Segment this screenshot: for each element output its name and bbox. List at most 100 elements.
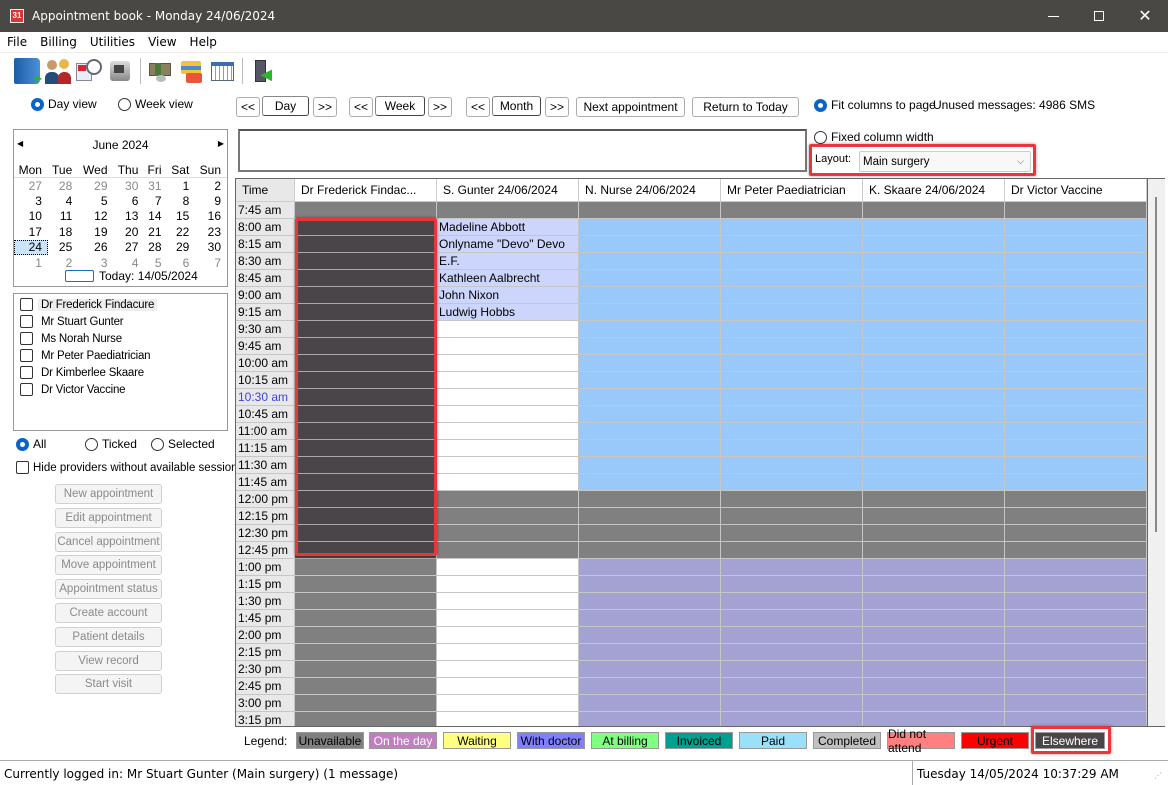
appointment-slot[interactable] <box>1005 202 1147 219</box>
appointment-slot[interactable] <box>863 457 1005 474</box>
appointment-cell[interactable]: John Nixon <box>437 287 579 304</box>
appointment-slot[interactable] <box>721 474 863 491</box>
exit-door-icon[interactable]: ◀ <box>249 58 275 84</box>
appointment-slot[interactable] <box>437 389 579 406</box>
appointment-slot[interactable] <box>579 559 721 576</box>
checkbox-icon[interactable] <box>20 315 33 328</box>
cancel-appointment-button[interactable]: Cancel appointment <box>55 531 162 552</box>
calendar-next-icon[interactable]: ▶ <box>218 139 224 148</box>
appointment-slot[interactable] <box>863 678 1005 695</box>
week-button[interactable]: Week <box>375 96 425 116</box>
appointment-slot[interactable] <box>721 372 863 389</box>
appointment-slot[interactable] <box>721 202 863 219</box>
appointment-slot[interactable] <box>863 287 1005 304</box>
calendar-day[interactable]: 4 <box>48 193 78 209</box>
appointment-slot[interactable] <box>863 372 1005 389</box>
appointment-slot[interactable] <box>579 372 721 389</box>
appointment-clock-icon[interactable] <box>76 58 102 84</box>
provider-column-header[interactable]: K. Skaare 24/06/2024 <box>863 179 1005 201</box>
appointment-slot[interactable] <box>437 202 579 219</box>
appointment-slot[interactable] <box>437 474 579 491</box>
appointment-slot[interactable] <box>437 644 579 661</box>
appointment-slot[interactable] <box>863 423 1005 440</box>
calendar-day[interactable]: 30 <box>114 178 145 194</box>
appointment-slot[interactable] <box>579 576 721 593</box>
provider-item[interactable]: Mr Peter Paediatrician <box>14 347 227 364</box>
calendar-day[interactable]: 7 <box>144 193 167 209</box>
appointment-slot[interactable] <box>579 219 721 236</box>
appointment-slot[interactable] <box>1005 542 1147 559</box>
calendar-day[interactable]: 28 <box>48 178 78 194</box>
appointment-slot[interactable] <box>1005 321 1147 338</box>
provider-item[interactable]: Ms Norah Nurse <box>14 330 227 347</box>
menu-billing[interactable]: Billing <box>33 35 83 49</box>
appointment-slot[interactable] <box>1005 389 1147 406</box>
appointment-slot[interactable] <box>1005 270 1147 287</box>
edit-appointment-button[interactable]: Edit appointment <box>55 507 162 528</box>
appointment-slot[interactable] <box>863 474 1005 491</box>
provider-column-header[interactable]: S. Gunter 24/06/2024 <box>437 179 579 201</box>
appointment-slot[interactable] <box>1005 219 1147 236</box>
provider-item[interactable]: Dr Victor Vaccine <box>14 381 227 398</box>
appointment-slot[interactable] <box>1005 644 1147 661</box>
calendar-day[interactable]: 15 <box>168 209 196 225</box>
appointment-slot[interactable] <box>863 202 1005 219</box>
appointment-slot[interactable] <box>863 338 1005 355</box>
appointment-slot[interactable] <box>437 576 579 593</box>
appointment-slot[interactable] <box>1005 508 1147 525</box>
calendar-day[interactable]: 25 <box>48 240 78 256</box>
appointment-slot[interactable] <box>437 423 579 440</box>
calendar-day[interactable]: 27 <box>114 240 145 256</box>
new-appointment-button[interactable]: New appointment <box>55 484 162 504</box>
appointment-slot[interactable] <box>721 695 863 712</box>
calendar-day[interactable]: 19 <box>78 224 113 240</box>
calendar-day[interactable]: 2 <box>195 178 227 194</box>
calendar-grid-icon[interactable] <box>209 58 235 84</box>
appointment-slot[interactable] <box>579 423 721 440</box>
appointment-slot[interactable] <box>1005 712 1147 726</box>
appointment-slot[interactable] <box>721 287 863 304</box>
appointment-slot[interactable] <box>437 695 579 712</box>
appointment-slot[interactable] <box>579 695 721 712</box>
appointment-slot[interactable] <box>1005 559 1147 576</box>
provider-item[interactable]: Dr Kimberlee Skaare <box>14 364 227 381</box>
appointment-slot[interactable] <box>721 542 863 559</box>
appointment-slot[interactable] <box>579 253 721 270</box>
appointment-slot[interactable] <box>437 661 579 678</box>
appointment-slot[interactable] <box>437 610 579 627</box>
appointment-slot[interactable] <box>295 202 437 219</box>
appointment-slot[interactable] <box>863 389 1005 406</box>
appointment-slot[interactable] <box>721 627 863 644</box>
filter-ticked-radio[interactable]: Ticked <box>85 437 137 451</box>
resize-grip-icon[interactable]: ⋰ <box>1154 771 1162 780</box>
appointment-slot[interactable] <box>579 474 721 491</box>
appointment-slot[interactable] <box>437 355 579 372</box>
appointment-slot[interactable] <box>863 253 1005 270</box>
appointment-status-button[interactable]: Appointment status <box>55 579 162 600</box>
appointment-slot[interactable] <box>721 508 863 525</box>
appointment-slot[interactable] <box>863 593 1005 610</box>
appointment-slot[interactable] <box>579 270 721 287</box>
appointment-slot[interactable] <box>863 627 1005 644</box>
appointment-cell[interactable]: E.F. <box>437 253 579 270</box>
appointment-slot[interactable] <box>295 712 437 726</box>
calendar-day[interactable]: 18 <box>48 224 78 240</box>
appointment-slot[interactable] <box>1005 355 1147 372</box>
appointment-slot[interactable] <box>863 559 1005 576</box>
day-view-radio[interactable]: Day view <box>31 97 97 111</box>
appointment-slot[interactable] <box>437 508 579 525</box>
calendar-day[interactable]: 30 <box>195 240 227 256</box>
appointment-slot[interactable] <box>863 712 1005 726</box>
appointment-cell[interactable]: Onlyname "Devo" Devo <box>437 236 579 253</box>
calendar-day[interactable]: 21 <box>144 224 167 240</box>
appointment-slot[interactable] <box>579 389 721 406</box>
appointment-slot[interactable] <box>721 559 863 576</box>
hide-providers-checkbox[interactable]: Hide providers without available session… <box>16 461 243 474</box>
appointment-slot[interactable] <box>295 610 437 627</box>
checkbox-icon[interactable] <box>20 332 33 345</box>
appointment-slot[interactable] <box>1005 474 1147 491</box>
appointment-slot[interactable] <box>1005 576 1147 593</box>
appointment-slot[interactable] <box>863 406 1005 423</box>
appointment-slot[interactable] <box>579 321 721 338</box>
provider-column-header[interactable]: Dr Victor Vaccine <box>1005 179 1147 201</box>
